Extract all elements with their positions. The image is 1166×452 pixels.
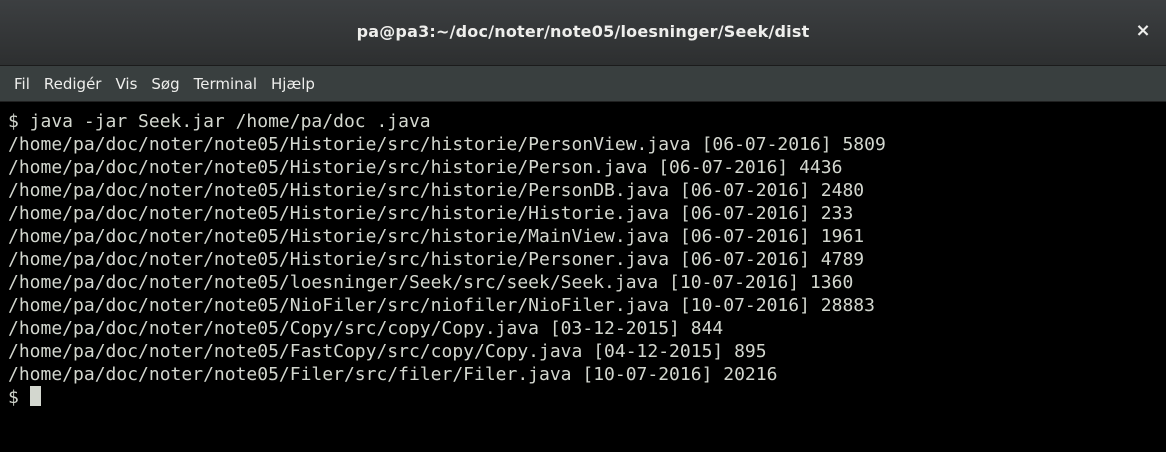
output-line: /home/pa/doc/noter/note05/FastCopy/src/c…: [8, 341, 767, 362]
menu-hjaelp[interactable]: Hjælp: [265, 75, 321, 93]
menu-rediger[interactable]: Redigér: [38, 75, 108, 93]
title-bar[interactable]: pa@pa3:~/doc/noter/note05/loesninger/See…: [0, 0, 1166, 66]
output-line: /home/pa/doc/noter/note05/Historie/src/h…: [8, 134, 886, 155]
output-line: /home/pa/doc/noter/note05/Historie/src/h…: [8, 226, 865, 247]
output-line: /home/pa/doc/noter/note05/Filer/src/file…: [8, 364, 778, 385]
output-line: /home/pa/doc/noter/note05/Historie/src/h…: [8, 157, 843, 178]
output-line: /home/pa/doc/noter/note05/Historie/src/h…: [8, 180, 865, 201]
output-line: /home/pa/doc/noter/note05/Copy/src/copy/…: [8, 318, 724, 339]
terminal-window: pa@pa3:~/doc/noter/note05/loesninger/See…: [0, 0, 1166, 452]
prompt: $: [8, 387, 30, 408]
terminal-output[interactable]: $ java -jar Seek.jar /home/pa/doc .java …: [0, 102, 1166, 452]
output-line: /home/pa/doc/noter/note05/loesninger/See…: [8, 272, 854, 293]
menu-bar: Fil Redigér Vis Søg Terminal Hjælp: [0, 66, 1166, 102]
output-line: /home/pa/doc/noter/note05/Historie/src/h…: [8, 203, 854, 224]
menu-vis[interactable]: Vis: [109, 75, 143, 93]
command-line: $ java -jar Seek.jar /home/pa/doc .java: [8, 111, 431, 132]
output-line: /home/pa/doc/noter/note05/NioFiler/src/n…: [8, 295, 875, 316]
text-cursor: [29, 386, 41, 406]
close-icon[interactable]: ×: [1132, 20, 1154, 42]
menu-terminal[interactable]: Terminal: [188, 75, 263, 93]
window-title: pa@pa3:~/doc/noter/note05/loesninger/See…: [356, 22, 810, 41]
menu-fil[interactable]: Fil: [8, 75, 36, 93]
prompt-line[interactable]: $: [8, 386, 1166, 409]
menu-sog[interactable]: Søg: [145, 75, 185, 93]
output-line: /home/pa/doc/noter/note05/Historie/src/h…: [8, 249, 865, 270]
